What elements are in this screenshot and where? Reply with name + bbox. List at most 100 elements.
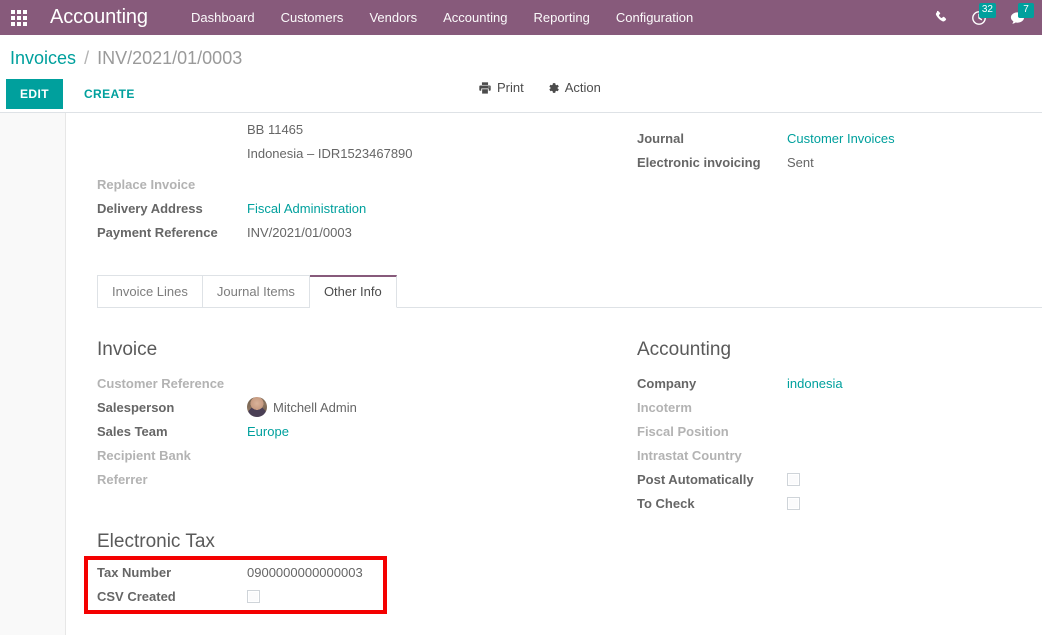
field-value-tax-number[interactable]: 0900000000000003 bbox=[247, 561, 363, 585]
field-value-company[interactable]: indonesia bbox=[787, 372, 843, 396]
field-company: Company indonesia bbox=[637, 372, 1037, 396]
other-info-page: Invoice Customer Reference Salesperson M… bbox=[84, 308, 1042, 614]
group-title-accounting: Accounting bbox=[637, 339, 732, 360]
field-post-automatically: Post Automatically bbox=[637, 468, 1037, 492]
field-value-journal[interactable]: Customer Invoices bbox=[787, 127, 895, 151]
systray: 32 7 bbox=[924, 0, 1034, 35]
field-value-sales-team[interactable]: Europe bbox=[247, 420, 289, 444]
field-delivery-address: Delivery Address Fiscal Administration bbox=[97, 197, 637, 221]
field-journal: Journal Customer Invoices bbox=[637, 127, 1037, 151]
field-label-salesperson: Salesperson bbox=[97, 400, 175, 415]
group-electronic-tax: Electronic Tax Tax Number 09000000000000… bbox=[84, 530, 637, 614]
tab-other-info[interactable]: Other Info bbox=[309, 275, 397, 308]
menu-item-dashboard[interactable]: Dashboard bbox=[178, 0, 268, 35]
tab-invoice-lines[interactable]: Invoice Lines bbox=[97, 275, 203, 308]
top-navbar: Accounting Dashboard Customers Vendors A… bbox=[0, 0, 1042, 35]
address-line-country-vat: Indonesia – IDR1523467890 bbox=[247, 146, 413, 161]
field-salesperson: Salesperson Mitchell Admin bbox=[97, 396, 637, 420]
form-header-groups: BB 11465 Indonesia – IDR1523467890 Repla… bbox=[97, 113, 1042, 263]
menu-item-reporting[interactable]: Reporting bbox=[520, 0, 602, 35]
menu-item-accounting[interactable]: Accounting bbox=[430, 0, 520, 35]
field-label-journal: Journal bbox=[637, 131, 684, 146]
control-panel: Invoices / INV/2021/01/0003 EDIT CREATE … bbox=[0, 35, 1042, 113]
field-tax-number: Tax Number 0900000000000003 bbox=[97, 561, 637, 585]
print-menu-button[interactable]: Print bbox=[478, 80, 524, 95]
field-label-delivery-address: Delivery Address bbox=[97, 201, 203, 216]
field-to-check: To Check bbox=[637, 492, 1037, 516]
group-accounting: Accounting Company indonesia Incoterm Fi… bbox=[637, 338, 1037, 609]
field-label-tax-number: Tax Number bbox=[97, 565, 172, 580]
create-button[interactable]: CREATE bbox=[71, 80, 148, 108]
field-fiscal-position: Fiscal Position bbox=[637, 420, 1037, 444]
menu-item-configuration[interactable]: Configuration bbox=[603, 0, 706, 35]
field-label-payment-reference: Payment Reference bbox=[97, 225, 218, 240]
form-view-area: BB 11465 Indonesia – IDR1523467890 Repla… bbox=[0, 113, 1042, 635]
menu-item-customers[interactable]: Customers bbox=[268, 0, 357, 35]
notebook: Invoice Lines Journal Items Other Info I… bbox=[84, 275, 1042, 614]
breadcrumb: Invoices / INV/2021/01/0003 bbox=[0, 35, 1042, 69]
field-sales-team: Sales Team Europe bbox=[97, 420, 637, 444]
grid-apps-icon bbox=[11, 9, 27, 26]
field-label-post-automatically: Post Automatically bbox=[637, 472, 754, 487]
field-recipient-bank: Recipient Bank bbox=[97, 444, 637, 468]
partner-address-line-2: Indonesia – IDR1523467890 bbox=[97, 143, 637, 167]
field-replace-invoice: Replace Invoice bbox=[97, 173, 637, 197]
field-label-to-check: To Check bbox=[637, 496, 695, 511]
breadcrumb-current-record: INV/2021/01/0003 bbox=[97, 48, 243, 68]
field-payment-reference: Payment Reference INV/2021/01/0003 bbox=[97, 221, 637, 245]
field-label-electronic-invoicing: Electronic invoicing bbox=[637, 155, 761, 170]
field-value-salesperson[interactable]: Mitchell Admin bbox=[247, 396, 357, 420]
notebook-tabs: Invoice Lines Journal Items Other Info bbox=[97, 275, 1042, 308]
activities-count-badge: 32 bbox=[978, 3, 996, 18]
group-title-invoice: Invoice bbox=[97, 339, 158, 360]
field-label-recipient-bank: Recipient Bank bbox=[97, 448, 191, 463]
printer-icon bbox=[479, 81, 491, 94]
control-panel-buttons: EDIT CREATE bbox=[6, 79, 148, 109]
field-incoterm: Incoterm bbox=[637, 396, 1037, 420]
phone-call-button[interactable] bbox=[924, 0, 958, 35]
field-label-sales-team: Sales Team bbox=[97, 424, 168, 439]
messaging-count-badge: 7 bbox=[1018, 3, 1034, 18]
apps-menu-button[interactable] bbox=[0, 0, 38, 35]
field-label-incoterm: Incoterm bbox=[637, 400, 692, 415]
menu-item-vendors[interactable]: Vendors bbox=[356, 0, 430, 35]
form-group-right-top: Due Date 01/11/2021 Journal Customer Inv… bbox=[637, 119, 1037, 263]
action-label: Action bbox=[564, 80, 601, 95]
avatar bbox=[247, 397, 267, 417]
address-line-street: BB 11465 bbox=[247, 122, 304, 137]
field-label-intrastat-country: Intrastat Country bbox=[637, 448, 742, 463]
edit-button[interactable]: EDIT bbox=[6, 79, 63, 109]
field-referrer: Referrer bbox=[97, 468, 637, 492]
action-menu-button[interactable]: Action bbox=[546, 80, 601, 95]
field-value-to-check bbox=[787, 492, 800, 516]
field-label-replace-invoice: Replace Invoice bbox=[97, 177, 196, 192]
field-label-company: Company bbox=[637, 376, 697, 391]
group-title-electronic-tax: Electronic Tax bbox=[97, 531, 215, 552]
partner-address-line-1: BB 11465 bbox=[97, 119, 637, 143]
activities-button[interactable]: 32 bbox=[962, 0, 996, 35]
tab-journal-items[interactable]: Journal Items bbox=[202, 275, 310, 308]
form-sheet: BB 11465 Indonesia – IDR1523467890 Repla… bbox=[65, 113, 1042, 635]
app-brand-title[interactable]: Accounting bbox=[50, 6, 148, 29]
field-intrastat-country: Intrastat Country bbox=[637, 444, 1037, 468]
field-csv-created: CSV Created bbox=[97, 585, 637, 609]
control-panel-actions: Print Action bbox=[478, 80, 601, 95]
messaging-button[interactable]: 7 bbox=[1000, 0, 1034, 35]
field-electronic-invoicing: Electronic invoicing Sent bbox=[637, 151, 1037, 175]
field-value-delivery-address[interactable]: Fiscal Administration bbox=[247, 197, 366, 221]
to-check-checkbox[interactable] bbox=[787, 497, 800, 510]
form-group-left-top: BB 11465 Indonesia – IDR1523467890 Repla… bbox=[97, 119, 637, 263]
main-menu: Dashboard Customers Vendors Accounting R… bbox=[178, 0, 706, 35]
csv-created-checkbox[interactable] bbox=[247, 590, 260, 603]
field-value-payment-reference[interactable]: INV/2021/01/0003 bbox=[247, 221, 352, 245]
field-customer-reference: Customer Reference bbox=[97, 372, 637, 396]
phone-icon bbox=[935, 10, 946, 22]
post-automatically-checkbox[interactable] bbox=[787, 473, 800, 486]
field-value-csv-created bbox=[247, 585, 260, 609]
field-value-post-automatically bbox=[787, 468, 800, 492]
breadcrumb-root-invoices[interactable]: Invoices bbox=[10, 48, 76, 68]
field-label-fiscal-position: Fiscal Position bbox=[637, 424, 729, 439]
salesperson-name: Mitchell Admin bbox=[273, 400, 357, 415]
field-label-referrer: Referrer bbox=[97, 472, 148, 487]
field-label-csv-created: CSV Created bbox=[97, 589, 176, 604]
